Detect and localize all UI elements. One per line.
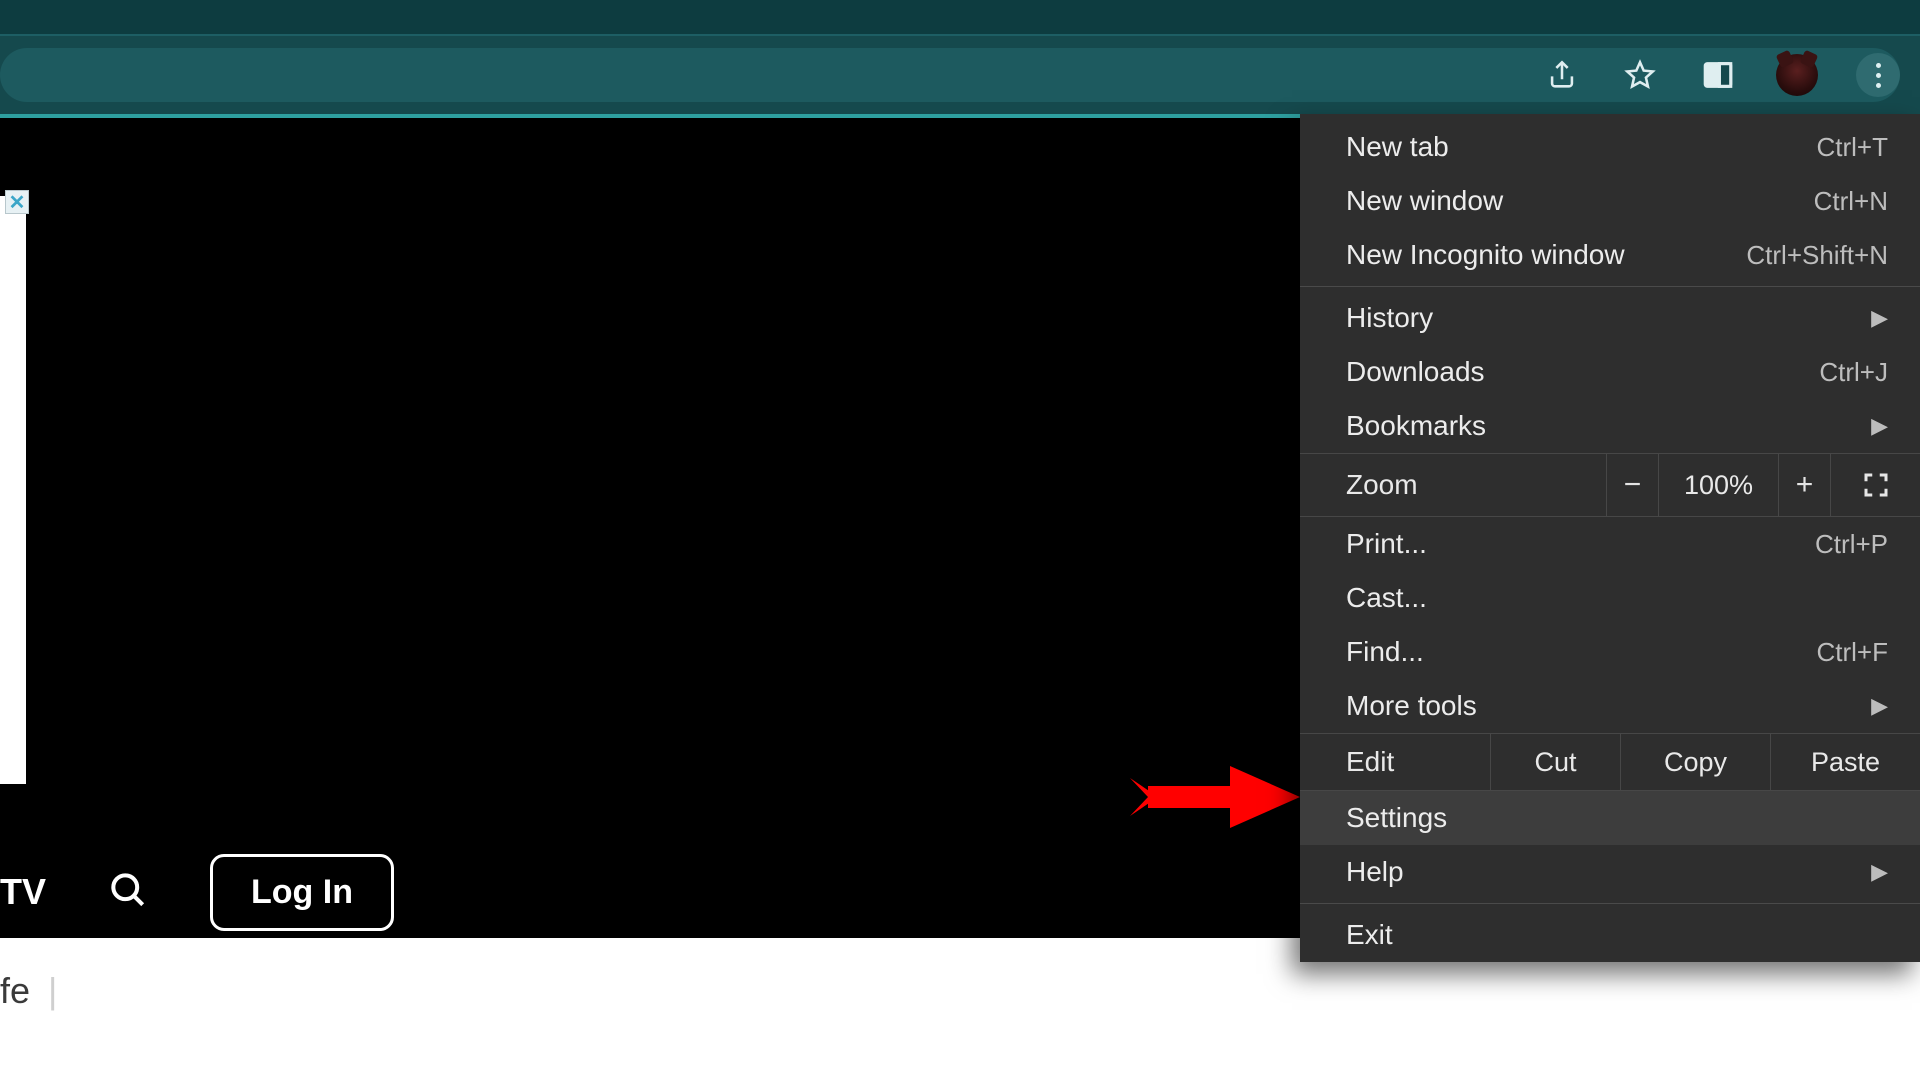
- sidepanel-icon[interactable]: [1698, 55, 1738, 95]
- menu-edit-row: Edit Cut Copy Paste: [1300, 733, 1920, 791]
- chrome-menu: New tab Ctrl+T New window Ctrl+N New Inc…: [1300, 114, 1920, 962]
- text-fragment: fe|: [0, 970, 57, 1012]
- edit-cut-button[interactable]: Cut: [1490, 734, 1620, 790]
- menu-separator: [1300, 903, 1920, 904]
- menu-separator: [1300, 286, 1920, 287]
- zoom-label: Zoom: [1300, 469, 1606, 501]
- menu-exit[interactable]: Exit: [1300, 908, 1920, 962]
- menu-history[interactable]: History ▶: [1300, 291, 1920, 345]
- zoom-out-button[interactable]: −: [1606, 454, 1658, 516]
- edit-paste-button[interactable]: Paste: [1770, 734, 1920, 790]
- menu-bookmarks[interactable]: Bookmarks ▶: [1300, 399, 1920, 453]
- menu-new-incognito[interactable]: New Incognito window Ctrl+Shift+N: [1300, 228, 1920, 282]
- menu-zoom-row: Zoom − 100% +: [1300, 453, 1920, 517]
- search-icon[interactable]: [106, 868, 150, 917]
- ad-close-button[interactable]: ✕: [5, 190, 29, 214]
- menu-more-tools[interactable]: More tools ▶: [1300, 679, 1920, 733]
- login-button[interactable]: Log In: [210, 854, 394, 931]
- star-icon[interactable]: [1620, 55, 1660, 95]
- menu-new-window[interactable]: New window Ctrl+N: [1300, 174, 1920, 228]
- share-icon[interactable]: [1542, 55, 1582, 95]
- menu-settings[interactable]: Settings: [1300, 791, 1920, 845]
- menu-downloads[interactable]: Downloads Ctrl+J: [1300, 345, 1920, 399]
- menu-help[interactable]: Help ▶: [1300, 845, 1920, 899]
- zoom-percent: 100%: [1658, 454, 1778, 516]
- chevron-right-icon: ▶: [1871, 305, 1888, 331]
- menu-cast[interactable]: Cast...: [1300, 571, 1920, 625]
- fullscreen-icon[interactable]: [1830, 454, 1920, 516]
- chevron-right-icon: ▶: [1871, 413, 1888, 439]
- menu-print[interactable]: Print... Ctrl+P: [1300, 517, 1920, 571]
- browser-toolbar: [0, 34, 1920, 114]
- browser-tab-strip: [0, 0, 1920, 34]
- menu-find[interactable]: Find... Ctrl+F: [1300, 625, 1920, 679]
- menu-new-tab[interactable]: New tab Ctrl+T: [1300, 120, 1920, 174]
- profile-avatar[interactable]: [1776, 54, 1818, 96]
- menu-kebab-icon[interactable]: [1856, 53, 1900, 97]
- chevron-right-icon: ▶: [1871, 859, 1888, 885]
- edit-copy-button[interactable]: Copy: [1620, 734, 1770, 790]
- edit-label: Edit: [1300, 746, 1490, 778]
- chevron-right-icon: ▶: [1871, 693, 1888, 719]
- zoom-in-button[interactable]: +: [1778, 454, 1830, 516]
- ad-slot: ✕: [0, 196, 26, 784]
- nav-tv-link[interactable]: TV: [0, 871, 46, 913]
